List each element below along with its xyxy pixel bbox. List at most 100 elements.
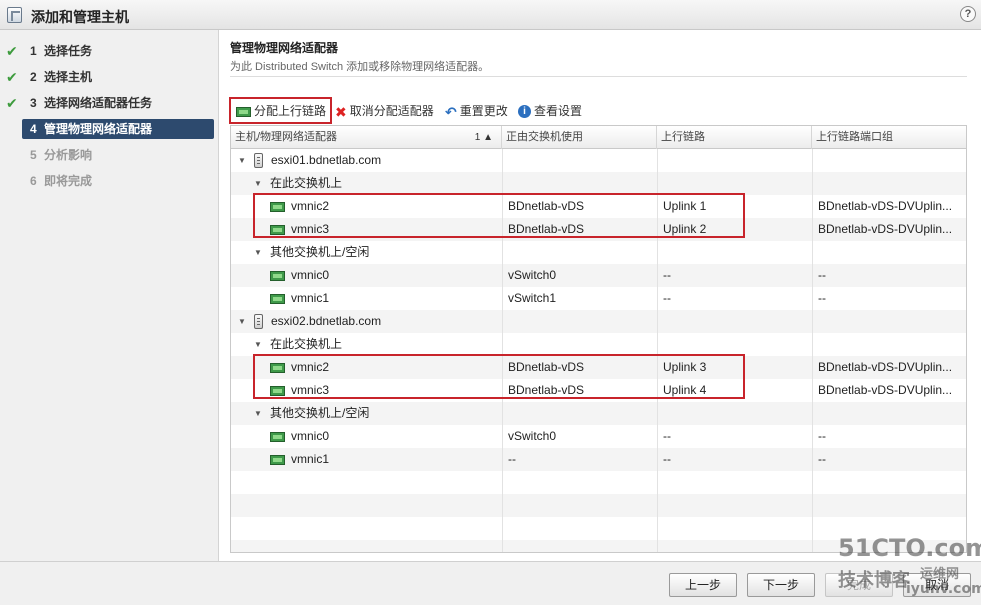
empty-row	[231, 517, 966, 540]
uplink-name	[663, 149, 808, 172]
switch-name	[508, 149, 653, 172]
uplink-portgroup	[818, 333, 964, 356]
group-row[interactable]: ▼ 其他交换机上/空闲	[231, 402, 966, 425]
check-icon: ✔	[6, 43, 18, 59]
step-select-adapter-tasks[interactable]: ✔ 3 选择网络适配器任务	[0, 93, 219, 113]
switch-name	[508, 310, 653, 333]
network-adapter-icon	[270, 363, 285, 373]
help-icon[interactable]: ?	[960, 6, 976, 22]
next-button[interactable]: 下一步	[747, 573, 815, 597]
uplink-name: --	[663, 268, 671, 282]
reset-changes-button[interactable]: ↶ 重置更改	[445, 100, 508, 122]
adapter-grid: 主机/物理网络适配器 1 ▲ 正由交换机使用 上行链路 上行链路端口组 ▼ esx…	[230, 125, 967, 553]
uplink-name: --	[663, 452, 671, 466]
adapter-name: vmnic1	[291, 452, 330, 466]
adapter-name: vmnic1	[291, 291, 330, 305]
group-row[interactable]: ▼ 在此交换机上	[231, 172, 966, 195]
group-row[interactable]: ▼ 其他交换机上/空闲	[231, 241, 966, 264]
expand-toggle-icon[interactable]: ▼	[238, 149, 246, 172]
switch-name	[508, 241, 653, 264]
uplink-portgroup	[818, 241, 964, 264]
group-row[interactable]: ▼ 在此交换机上	[231, 333, 966, 356]
page-title: 管理物理网络适配器	[230, 41, 339, 55]
adapter-name: vmnic2	[291, 199, 330, 213]
unassign-adapter-button[interactable]: ✖ 取消分配适配器	[335, 100, 434, 122]
step-select-task[interactable]: ✔ 1 选择任务	[0, 41, 219, 61]
step-label: 选择网络适配器任务	[44, 96, 153, 110]
uplink-name: Uplink 1	[663, 199, 707, 213]
page-subtitle: 为此 Distributed Switch 添加或移除物理网络适配器。	[230, 61, 490, 73]
step-manage-physical-adapters[interactable]: 4 管理物理网络适配器	[22, 119, 214, 139]
step-select-hosts[interactable]: ✔ 2 选择主机	[0, 67, 219, 87]
adapter-name: vmnic0	[291, 429, 330, 443]
column-header-uplink[interactable]: 上行链路	[657, 126, 812, 149]
network-adapter-icon	[270, 202, 285, 212]
adapter-row[interactable]: vmnic1 vSwitch1 -- --	[231, 287, 966, 310]
uplink-portgroup	[818, 172, 964, 195]
adapter-row[interactable]: vmnic2 BDnetlab-vDS Uplink 3 BDnetlab-vDS-D…	[231, 356, 966, 379]
empty-row	[231, 494, 966, 517]
expand-toggle-icon[interactable]: ▼	[238, 310, 246, 333]
network-adapter-icon	[270, 455, 285, 465]
switch-name: BDnetlab-vDS	[508, 383, 585, 397]
switch-name: vSwitch0	[508, 429, 557, 443]
uplink-portgroup: BDnetlab-vDS-DVUplin...	[818, 222, 953, 236]
expand-toggle-icon[interactable]: ▼	[254, 241, 262, 264]
uplink-name: --	[663, 429, 671, 443]
adapter-row[interactable]: vmnic2 BDnetlab-vDS Uplink 1 BDnetlab-vDS-D…	[231, 195, 966, 218]
adapter-row[interactable]: vmnic3 BDnetlab-vDS Uplink 2 BDnetlab-vDS-D…	[231, 218, 966, 241]
assign-uplink-button[interactable]: 分配上行链路	[236, 100, 326, 122]
uplink-portgroup: --	[818, 452, 826, 466]
adapter-name: esxi02.bdnetlab.com	[271, 314, 382, 328]
column-header-in-use-by-switch[interactable]: 正由交换机使用	[502, 126, 657, 149]
expand-toggle-icon[interactable]: ▼	[254, 402, 262, 425]
network-adapter-icon	[270, 386, 285, 396]
host-row[interactable]: ▼ esxi02.bdnetlab.com	[231, 310, 966, 333]
wizard-steps: ✔ 1 选择任务 ✔ 2 选择主机 ✔ 3 选择网络适配器任务 4 管理物理网络…	[0, 30, 219, 561]
back-button[interactable]: 上一步	[669, 573, 737, 597]
divider	[230, 76, 967, 77]
adapter-row[interactable]: vmnic1 -- -- --	[231, 448, 966, 471]
grid-header: 主机/物理网络适配器 1 ▲ 正由交换机使用 上行链路 上行链路端口组	[231, 126, 966, 149]
network-adapter-icon	[270, 294, 285, 304]
adapter-name: vmnic3	[291, 222, 330, 236]
adapter-row[interactable]: vmnic0 vSwitch0 -- --	[231, 425, 966, 448]
uplink-name: --	[663, 291, 671, 305]
empty-row	[231, 540, 966, 552]
column-header-uplink-portgroup[interactable]: 上行链路端口组	[812, 126, 966, 149]
adapter-name: vmnic0	[291, 268, 330, 282]
sort-ascending-icon: 1 ▲	[474, 132, 493, 143]
uplink-portgroup	[818, 149, 964, 172]
column-header-host-adapter[interactable]: 主机/物理网络适配器 1 ▲	[231, 126, 502, 149]
adapter-name: vmnic2	[291, 360, 330, 374]
step-label: 分析影响	[44, 148, 93, 162]
info-icon: i	[518, 105, 531, 119]
uplink-portgroup: BDnetlab-vDS-DVUplin...	[818, 360, 953, 374]
step-label: 管理物理网络适配器	[44, 122, 153, 136]
uplink-name	[663, 333, 808, 356]
expand-toggle-icon[interactable]: ▼	[254, 172, 262, 195]
finish-button[interactable]: 完成	[825, 573, 893, 597]
uplink-portgroup	[818, 310, 964, 333]
uplink-name	[663, 310, 808, 333]
step-analyze-impact: 5 分析影响	[0, 145, 219, 165]
expand-toggle-icon[interactable]: ▼	[254, 333, 262, 356]
uplink-portgroup: --	[818, 291, 826, 305]
cancel-button[interactable]: 取消	[903, 573, 971, 597]
adapter-name: esxi01.bdnetlab.com	[271, 153, 382, 167]
network-adapter-icon	[236, 106, 251, 117]
host-manage-icon	[7, 7, 22, 23]
adapter-row[interactable]: vmnic0 vSwitch0 -- --	[231, 264, 966, 287]
switch-name: BDnetlab-vDS	[508, 360, 585, 374]
switch-name: vSwitch0	[508, 268, 557, 282]
uplink-name: Uplink 2	[663, 222, 707, 236]
host-row[interactable]: ▼ esxi01.bdnetlab.com	[231, 149, 966, 172]
uplink-name	[663, 172, 808, 195]
host-icon	[254, 153, 263, 168]
window-title: 添加和管理主机	[31, 9, 129, 25]
view-settings-button[interactable]: i 查看设置	[518, 100, 582, 122]
red-x-icon: ✖	[335, 103, 347, 120]
switch-name: BDnetlab-vDS	[508, 199, 585, 213]
adapter-row[interactable]: vmnic3 BDnetlab-vDS Uplink 4 BDnetlab-vDS-D…	[231, 379, 966, 402]
network-adapter-icon	[270, 225, 285, 235]
